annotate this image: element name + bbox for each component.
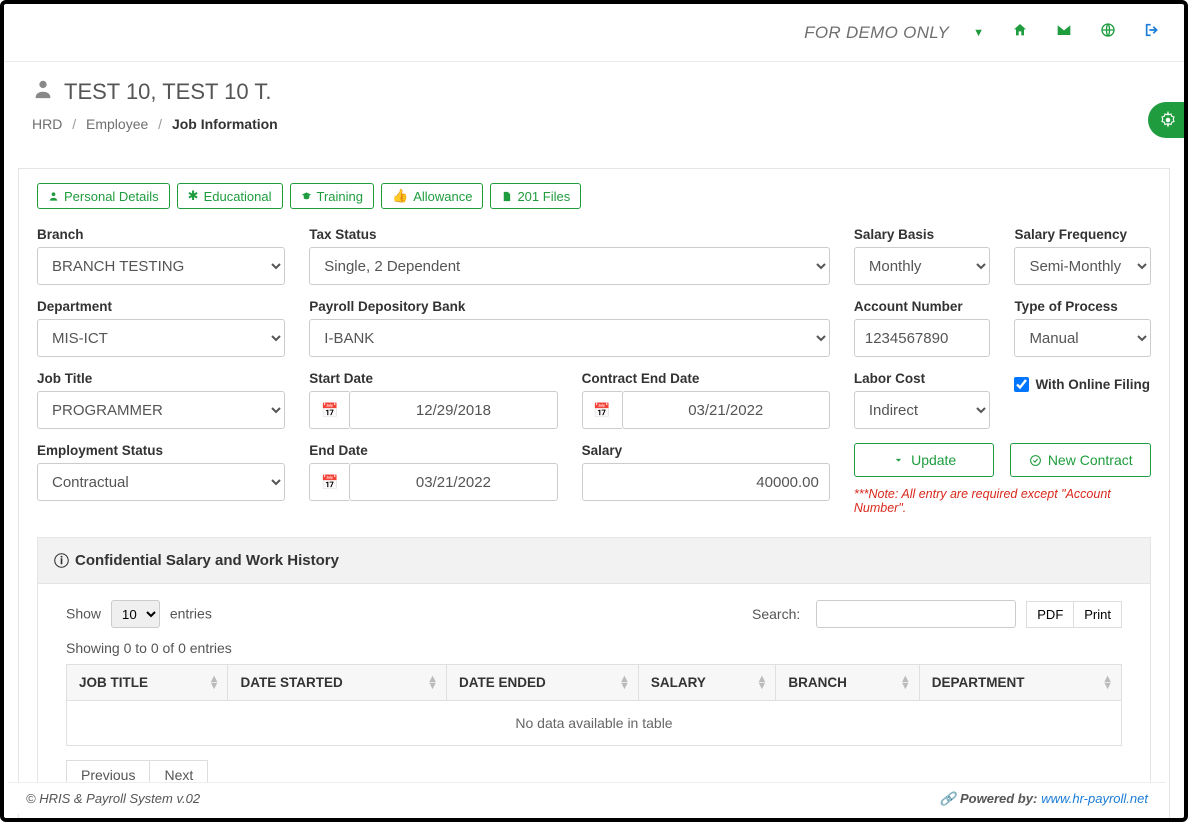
bank-select[interactable]: I-BANK (309, 319, 830, 357)
account-number-input[interactable] (854, 319, 991, 357)
tab-allowance[interactable]: 👍Allowance (381, 183, 483, 209)
show-label: Show (66, 606, 101, 622)
salary-frequency-select[interactable]: Semi-Monthly (1014, 247, 1151, 285)
dropdown-caret-icon[interactable]: ▼ (973, 27, 984, 39)
settings-tab[interactable] (1148, 102, 1184, 138)
history-title: Confidential Salary and Work History (75, 552, 339, 569)
footer-link[interactable]: www.hr-payroll.net (1041, 791, 1148, 806)
job-title-label: Job Title (37, 371, 285, 386)
home-icon[interactable] (1012, 22, 1028, 43)
start-date-label: Start Date (309, 371, 557, 386)
branch-label: Branch (37, 227, 285, 242)
employee-name: TEST 10, TEST 10 T. (64, 79, 271, 105)
calendar-icon[interactable]: 📅 (309, 463, 349, 501)
tab-educational[interactable]: ✱Educational (177, 183, 283, 209)
print-button[interactable]: Print (1073, 601, 1122, 628)
search-label: Search: (752, 606, 800, 622)
calendar-icon[interactable]: 📅 (582, 391, 622, 429)
info-icon: ⓘ (54, 550, 69, 571)
powered-by-label: Powered by: (960, 791, 1037, 806)
empty-row: No data available in table (67, 701, 1122, 746)
labor-cost-select[interactable]: Indirect (854, 391, 991, 429)
col-date-ended[interactable]: DATE ENDED▲▼ (446, 665, 638, 701)
col-department[interactable]: DEPARTMENT▲▼ (919, 665, 1121, 701)
salary-basis-select[interactable]: Monthly (854, 247, 991, 285)
department-select[interactable]: MIS-ICT (37, 319, 285, 357)
process-type-label: Type of Process (1014, 299, 1151, 314)
breadcrumb-current: Job Information (172, 116, 278, 132)
tab-personal-details[interactable]: Personal Details (37, 183, 170, 209)
pdf-button[interactable]: PDF (1026, 601, 1073, 628)
footer-copyright: © HRIS & Payroll System v.02 (26, 791, 200, 806)
col-salary[interactable]: SALARY▲▼ (638, 665, 775, 701)
col-job-title[interactable]: JOB TITLE▲▼ (67, 665, 228, 701)
tab-201-files[interactable]: 201 Files (490, 183, 581, 209)
salary-frequency-label: Salary Frequency (1014, 227, 1151, 242)
new-contract-button[interactable]: New Contract (1010, 443, 1151, 477)
department-label: Department (37, 299, 285, 314)
start-date-input[interactable] (349, 391, 557, 429)
demo-banner: FOR DEMO ONLY (804, 23, 949, 43)
entries-select[interactable]: 10 (111, 600, 160, 628)
contract-end-date-label: Contract End Date (582, 371, 830, 386)
entries-label: entries (170, 606, 212, 622)
tax-status-label: Tax Status (309, 227, 830, 242)
labor-cost-label: Labor Cost (854, 371, 991, 386)
job-title-select[interactable]: PROGRAMMER (37, 391, 285, 429)
employment-status-select[interactable]: Contractual (37, 463, 285, 501)
person-icon (32, 78, 54, 106)
required-note: ***Note: All entry are required except "… (854, 487, 1151, 515)
branch-select[interactable]: BRANCH TESTING (37, 247, 285, 285)
salary-input[interactable] (582, 463, 830, 501)
tab-training[interactable]: Training (290, 183, 374, 209)
main-panel: Personal Details ✱Educational Training 👍… (18, 168, 1170, 818)
col-branch[interactable]: BRANCH▲▼ (776, 665, 919, 701)
topbar: FOR DEMO ONLY ▼ (4, 4, 1184, 62)
salary-label: Salary (582, 443, 830, 458)
employment-status-label: Employment Status (37, 443, 285, 458)
salary-basis-label: Salary Basis (854, 227, 991, 242)
tax-status-select[interactable]: Single, 2 Dependent (309, 247, 830, 285)
end-date-input[interactable] (349, 463, 557, 501)
breadcrumb-employee[interactable]: Employee (86, 116, 148, 132)
account-number-label: Account Number (854, 299, 991, 314)
process-type-select[interactable]: Manual (1014, 319, 1151, 357)
col-date-started[interactable]: DATE STARTED▲▼ (228, 665, 447, 701)
topbar-actions: ▼ (973, 22, 1160, 43)
breadcrumb-hrd[interactable]: HRD (32, 116, 62, 132)
online-filing-label: With Online Filing (1035, 377, 1150, 392)
contract-end-date-input[interactable] (622, 391, 830, 429)
update-button[interactable]: Update (854, 443, 995, 477)
footer: © HRIS & Payroll System v.02 🔗 Powered by… (8, 782, 1166, 814)
page-header: TEST 10, TEST 10 T. HRD / Employee / Job… (4, 62, 1184, 150)
history-panel: ⓘ Confidential Salary and Work History Sh… (37, 537, 1151, 811)
calendar-icon[interactable]: 📅 (309, 391, 349, 429)
mail-icon[interactable] (1056, 23, 1072, 42)
breadcrumb: HRD / Employee / Job Information (32, 116, 1156, 132)
globe-icon[interactable] (1100, 22, 1116, 43)
link-icon: 🔗 (940, 791, 956, 807)
online-filing-checkbox[interactable] (1014, 377, 1029, 392)
logout-icon[interactable] (1144, 22, 1160, 43)
history-table: JOB TITLE▲▼ DATE STARTED▲▼ DATE ENDED▲▼ … (66, 664, 1122, 746)
bank-label: Payroll Depository Bank (309, 299, 830, 314)
table-info: Showing 0 to 0 of 0 entries (66, 640, 1122, 656)
end-date-label: End Date (309, 443, 557, 458)
search-input[interactable] (816, 600, 1016, 628)
